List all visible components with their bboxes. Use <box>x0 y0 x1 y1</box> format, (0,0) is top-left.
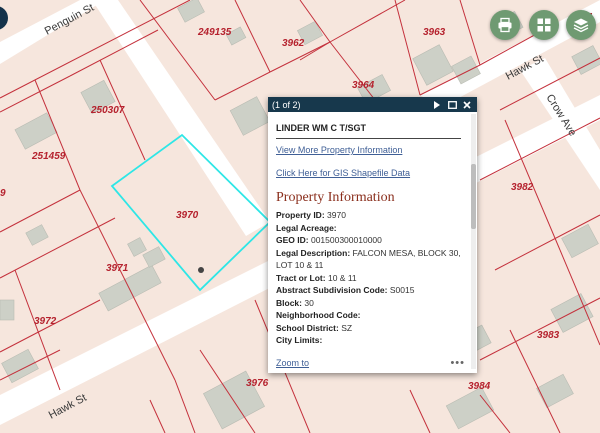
layers-icon <box>573 18 589 33</box>
field-city-limits: City Limits: <box>276 335 323 345</box>
field-legal-acreage: Legal Acreage: <box>276 222 337 233</box>
basemap-gallery-button[interactable] <box>529 10 559 40</box>
gis-shapefile-link[interactable]: Click Here for GIS Shapefile Data <box>276 168 461 178</box>
popup-body: LINDER WM C T/SGT View More Property Inf… <box>268 112 469 373</box>
field-school-district: School District: SZ <box>276 322 353 333</box>
play-icon <box>434 100 440 109</box>
more-actions-icon[interactable]: ••• <box>450 357 465 369</box>
parcel-label: 3984 <box>468 381 491 392</box>
view-more-info-link[interactable]: View More Property Information <box>276 145 461 155</box>
parcel-label: 250307 <box>90 105 125 116</box>
field-geo-id: GEO ID: 001500300010000 <box>276 235 382 245</box>
parcel-label: 3971 <box>106 263 129 274</box>
parcel-label: 3982 <box>511 182 534 193</box>
maximize-button[interactable] <box>446 99 458 111</box>
parcel-label: 3964 <box>352 80 375 91</box>
grid-icon <box>537 18 551 32</box>
parcel-label: 3983 <box>537 330 560 341</box>
property-fields: Property ID: 3970 Legal Acreage: GEO ID:… <box>276 209 461 347</box>
maximize-icon <box>447 100 457 109</box>
field-legal-description: Legal Description: FALCON MESA, BLOCK 30… <box>276 247 461 271</box>
field-block: Block: 30 <box>276 297 314 308</box>
zoom-to-link[interactable]: Zoom to <box>276 358 450 368</box>
parcel-label: 9 <box>0 188 6 199</box>
parcel-label: 3976 <box>246 378 269 389</box>
close-icon <box>463 100 471 109</box>
title-divider <box>276 138 461 139</box>
field-tract-or-lot: Tract or Lot: 10 & 11 <box>276 272 357 283</box>
property-popup: (1 of 2) LINDER WM C T/SGT View More Pro… <box>268 97 477 373</box>
parcel-label: 3962 <box>282 38 305 49</box>
parcel-label: 3972 <box>34 316 57 327</box>
parcel-label: 249135 <box>197 27 232 38</box>
parcel-label: 251459 <box>31 151 66 162</box>
print-button[interactable] <box>490 10 520 40</box>
popup-scrollbar[interactable] <box>471 114 476 369</box>
popup-header: (1 of 2) <box>268 97 477 112</box>
section-heading: Property Information <box>276 190 395 205</box>
layers-button[interactable] <box>566 10 596 40</box>
parcel-label: 3970 <box>176 210 199 221</box>
parcel-label: 3963 <box>423 27 446 38</box>
scrollbar-thumb[interactable] <box>471 164 476 229</box>
location-marker <box>198 267 204 273</box>
field-neighborhood-code: Neighborhood Code: <box>276 310 361 320</box>
field-property-id: Property ID: 3970 <box>276 210 346 220</box>
popup-footer: Zoom to ••• <box>276 357 465 369</box>
feature-count: (1 of 2) <box>272 99 301 110</box>
close-popup-button[interactable] <box>461 99 473 111</box>
field-abstract-subdivision-code: Abstract Subdivision Code: S0015 <box>276 285 415 295</box>
popup-title: LINDER WM C T/SGT <box>276 123 366 133</box>
next-feature-button[interactable] <box>431 99 443 111</box>
printer-icon <box>498 17 512 33</box>
